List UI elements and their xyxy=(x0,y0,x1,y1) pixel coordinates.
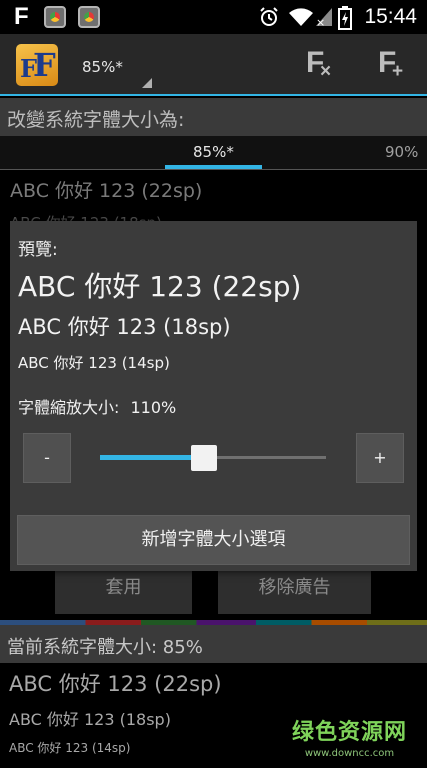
preview-dialog: 預覽: ABC 你好 123 (22sp) ABC 你好 123 (18sp) … xyxy=(10,221,417,571)
wifi-icon xyxy=(288,6,314,34)
app-notification-icon xyxy=(44,6,66,28)
svg-text:×: × xyxy=(316,16,325,28)
scale-value: 110% xyxy=(130,398,177,417)
tab-indicator xyxy=(165,165,262,169)
size-tabs: 85%* 90% xyxy=(0,136,427,170)
slider-thumb[interactable] xyxy=(190,445,217,471)
signal-icon: × xyxy=(314,6,334,34)
preview-22sp: ABC 你好 123 (22sp) xyxy=(18,270,302,303)
apply-button[interactable]: 套用 xyxy=(55,570,192,614)
bg-preview-22: ABC 你好 123 (22sp) xyxy=(10,180,203,202)
action-bar: F F 85%* F × F + xyxy=(0,34,427,96)
remove-badge-icon: × xyxy=(320,61,332,82)
add-font-size-option-button[interactable]: 新增字體大小選項 xyxy=(17,515,410,565)
remove-ads-button[interactable]: 移除廣告 xyxy=(218,570,371,614)
watermark-brand: 绿色资源网 xyxy=(291,720,407,745)
battery-charging-icon xyxy=(338,6,352,36)
tab-90[interactable]: 90% xyxy=(385,143,418,161)
remove-font-size-button[interactable]: F × xyxy=(304,46,336,82)
scale-label: 字體縮放大小: 110% xyxy=(18,398,177,417)
scale-slider[interactable] xyxy=(98,441,328,475)
slider-fill xyxy=(100,455,204,460)
change-size-header: 改變系統字體大小為: xyxy=(0,98,427,136)
current-size-header: 當前系統字體大小: 85% xyxy=(0,625,427,663)
status-bar: F × 15:44 xyxy=(0,0,427,34)
current-preview-22: ABC 你好 123 (22sp) xyxy=(9,672,222,696)
app-logo[interactable]: F F xyxy=(16,44,58,86)
watermark-url: www.downcc.com xyxy=(304,748,395,759)
alarm-icon xyxy=(258,6,280,34)
font-size-spinner[interactable]: 85%* xyxy=(72,44,152,88)
spinner-value: 85%* xyxy=(82,58,123,76)
preview-18sp: ABC 你好 123 (18sp) xyxy=(18,315,231,339)
watermark: 绿色资源网 www.downcc.com xyxy=(292,714,407,759)
tab-85[interactable]: 85%* xyxy=(193,143,234,161)
current-preview-18: ABC 你好 123 (18sp) xyxy=(9,710,171,729)
status-time: 15:44 xyxy=(364,5,417,28)
add-badge-icon: + xyxy=(392,61,404,82)
dialog-title: 預覽: xyxy=(18,240,58,260)
spinner-dropdown-icon xyxy=(142,78,152,88)
add-font-size-button[interactable]: F + xyxy=(376,46,408,82)
status-app-letter: F xyxy=(14,3,29,30)
app-notification-icon xyxy=(78,6,100,28)
decrease-button[interactable]: - xyxy=(23,433,71,483)
current-preview-14: ABC 你好 123 (14sp) xyxy=(9,741,131,755)
increase-button[interactable]: + xyxy=(356,433,404,483)
preview-14sp: ABC 你好 123 (14sp) xyxy=(18,354,170,372)
